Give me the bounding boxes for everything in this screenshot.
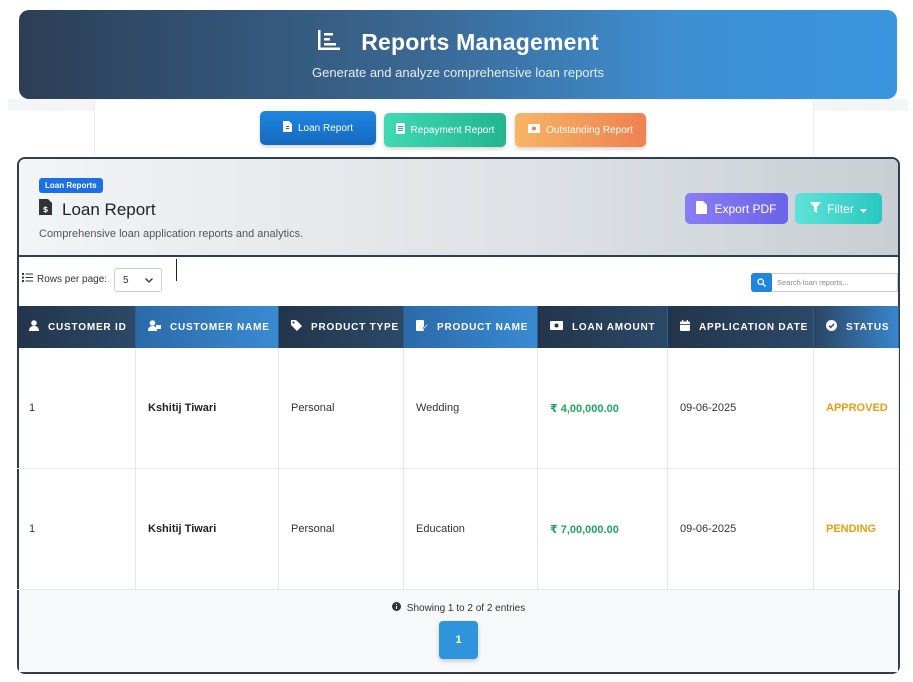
tab-label: Repayment Report bbox=[410, 124, 495, 136]
chevron-down-icon bbox=[145, 275, 153, 286]
user-icon bbox=[29, 320, 39, 334]
page-header: Reports Management Generate and analyze … bbox=[19, 10, 897, 99]
entries-info: Showing 1 to 2 of 2 entries bbox=[19, 602, 898, 614]
list-ordered-icon bbox=[22, 273, 33, 285]
col-label: CUSTOMER ID bbox=[48, 321, 127, 333]
chevron-down-icon bbox=[859, 202, 867, 216]
export-label: Export PDF bbox=[714, 201, 777, 216]
table-row[interactable]: 1 Kshitij Tiwari Personal Wedding ₹ 4,00… bbox=[17, 348, 899, 469]
rows-value: 5 bbox=[123, 274, 129, 286]
info-icon bbox=[391, 602, 401, 614]
tab-label: Outstanding Report bbox=[546, 124, 633, 136]
cell-customer-id: 1 bbox=[17, 348, 136, 468]
page-subtitle: Generate and analyze comprehensive loan … bbox=[312, 65, 604, 80]
col-product-name[interactable]: PRODUCT NAME bbox=[404, 306, 538, 348]
cell-product-type: Personal bbox=[279, 348, 404, 468]
search-input[interactable]: Search loan reports... bbox=[771, 273, 898, 292]
search-button[interactable] bbox=[751, 273, 772, 292]
status-badge: APPROVED bbox=[814, 348, 899, 468]
cell-loan-amount: ₹ 7,00,000.00 bbox=[538, 469, 668, 589]
col-application-date[interactable]: APPLICATION DATE bbox=[668, 306, 814, 348]
filter-label: Filter bbox=[827, 201, 854, 216]
chart-bar-icon bbox=[317, 29, 341, 56]
export-pdf-button[interactable]: Export PDF bbox=[685, 193, 788, 224]
table-header: CUSTOMER ID CUSTOMER NAME PRODUCT TYPE P… bbox=[17, 306, 899, 348]
rows-label: Rows per page: bbox=[37, 273, 108, 285]
col-label: APPLICATION DATE bbox=[699, 321, 809, 333]
cell-customer-name: Kshitij Tiwari bbox=[136, 348, 279, 468]
status-badge: PENDING bbox=[814, 469, 899, 589]
user-tag-icon bbox=[148, 320, 161, 334]
rows-per-page-select[interactable]: 5 bbox=[114, 268, 162, 292]
page-button-1[interactable]: 1 bbox=[439, 621, 478, 659]
search-icon bbox=[757, 274, 766, 292]
tab-outstanding-report[interactable]: Outstanding Report bbox=[515, 113, 646, 147]
filter-icon bbox=[810, 201, 822, 216]
col-customer-id[interactable]: CUSTOMER ID bbox=[17, 306, 136, 348]
edit-document-icon bbox=[416, 320, 429, 334]
cell-product-name: Wedding bbox=[404, 348, 538, 468]
document-icon bbox=[395, 123, 405, 137]
section-badge: Loan Reports bbox=[39, 178, 103, 193]
cell-product-type: Personal bbox=[279, 469, 404, 589]
col-label: LOAN AMOUNT bbox=[572, 321, 656, 333]
col-product-type[interactable]: PRODUCT TYPE bbox=[279, 306, 404, 348]
money-icon bbox=[528, 124, 541, 136]
tab-repayment-report[interactable]: Repayment Report bbox=[384, 113, 506, 147]
table-footer: Showing 1 to 2 of 2 entries 1 bbox=[19, 590, 898, 672]
file-icon bbox=[282, 121, 292, 135]
invoice-icon: $ bbox=[39, 199, 52, 220]
card-header: Loan Reports $ Loan Report Comprehensive… bbox=[19, 159, 898, 257]
filter-button[interactable]: Filter bbox=[795, 193, 882, 224]
col-label: PRODUCT TYPE bbox=[311, 321, 399, 333]
card-title: Loan Report bbox=[62, 199, 156, 219]
col-status[interactable]: STATUS bbox=[814, 306, 899, 348]
entries-text: Showing 1 to 2 of 2 entries bbox=[406, 602, 526, 614]
pdf-icon bbox=[696, 200, 708, 217]
cell-customer-id: 1 bbox=[17, 469, 136, 589]
col-label: CUSTOMER NAME bbox=[170, 321, 270, 333]
col-customer-name[interactable]: CUSTOMER NAME bbox=[136, 306, 279, 348]
tab-loan-report[interactable]: Loan Report bbox=[260, 111, 376, 145]
col-label: STATUS bbox=[846, 321, 890, 333]
cell-loan-amount: ₹ 4,00,000.00 bbox=[538, 348, 668, 468]
card-description: Comprehensive loan application reports a… bbox=[39, 228, 304, 240]
rows-per-page: Rows per page: bbox=[22, 273, 107, 285]
col-loan-amount[interactable]: LOAN AMOUNT bbox=[538, 306, 668, 348]
svg-text:$: $ bbox=[43, 205, 49, 214]
tag-icon bbox=[291, 320, 302, 334]
cell-application-date: 09-06-2025 bbox=[668, 348, 814, 468]
table-row[interactable]: 1 Kshitij Tiwari Personal Education ₹ 7,… bbox=[17, 469, 899, 590]
page-title: Reports Management bbox=[361, 29, 599, 55]
calendar-icon bbox=[680, 320, 690, 334]
check-circle-icon bbox=[826, 320, 837, 334]
table-body: 1 Kshitij Tiwari Personal Wedding ₹ 4,00… bbox=[17, 348, 899, 590]
cell-customer-name: Kshitij Tiwari bbox=[136, 469, 279, 589]
money-icon bbox=[550, 321, 563, 333]
cell-product-name: Education bbox=[404, 469, 538, 589]
cell-application-date: 09-06-2025 bbox=[668, 469, 814, 589]
tab-label: Loan Report bbox=[297, 122, 354, 134]
col-label: PRODUCT NAME bbox=[437, 321, 529, 333]
text-cursor bbox=[176, 259, 177, 281]
search-placeholder: Search loan reports... bbox=[777, 278, 849, 287]
